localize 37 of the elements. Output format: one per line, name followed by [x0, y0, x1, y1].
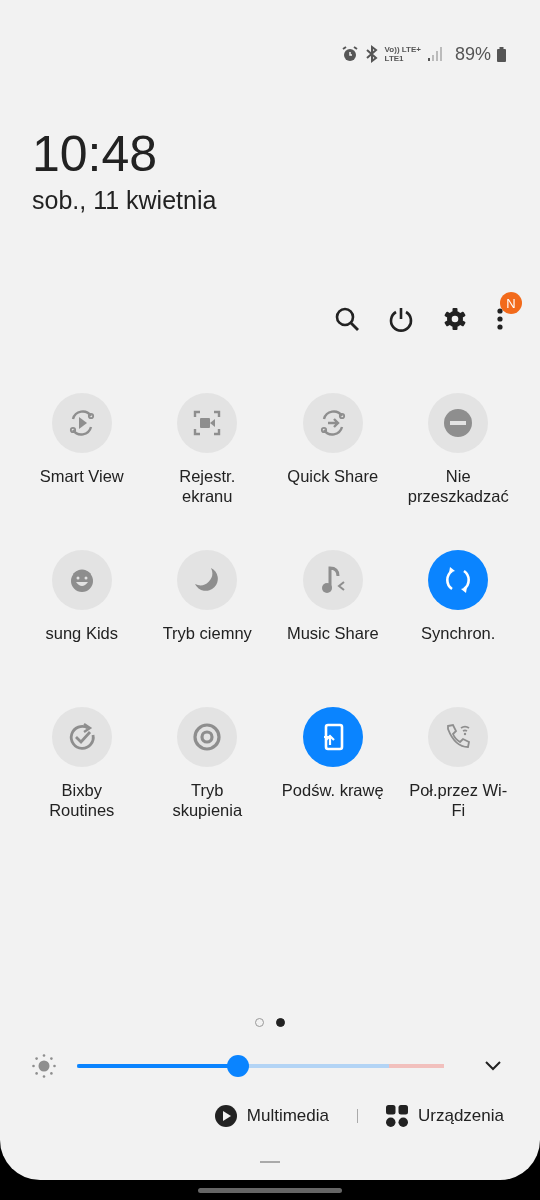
toggle-label: Nie przeszkadzać: [406, 466, 510, 506]
network-label: LTE1: [384, 54, 405, 63]
more-options-icon[interactable]: [496, 306, 504, 332]
home-indicator[interactable]: [198, 1187, 342, 1193]
toggle-label: Music Share: [286, 623, 379, 643]
notification-badge: N: [500, 292, 522, 314]
alarm-icon: [340, 45, 359, 63]
slider-thumb[interactable]: [227, 1055, 250, 1077]
signal-icon: [426, 46, 443, 62]
toggle-label: Smart View: [39, 466, 124, 486]
toggle-label: Synchron.: [421, 623, 496, 643]
toggle-label: Quick Share: [287, 466, 379, 486]
target-icon: [191, 721, 224, 753]
toggle-label: Tryb skupienia: [171, 780, 244, 820]
battery-percentage: 89%: [454, 43, 491, 65]
chevron-down-icon[interactable]: [484, 1060, 502, 1072]
multimedia-button[interactable]: Multimedia: [214, 1105, 329, 1127]
toggle-label: Poł.przez Wi-Fi: [408, 780, 509, 820]
do-not-disturb-icon: [442, 407, 475, 439]
bluetooth-icon: [364, 45, 379, 63]
toggle-label: sung Kids: [45, 623, 118, 643]
settings-icon[interactable]: [442, 306, 468, 332]
devices-button[interactable]: Urządzenia: [386, 1105, 504, 1127]
drag-handle[interactable]: [260, 1161, 280, 1163]
search-icon[interactable]: [334, 306, 360, 332]
toggle-label: Rejestr. ekranu: [178, 466, 237, 506]
battery-icon: [497, 46, 506, 62]
grid-icon: [386, 1105, 408, 1127]
clock-time: 10:48: [32, 126, 159, 182]
toggle-label: Podśw. krawę: [281, 780, 384, 800]
network-label: Vo)) LTE+: [384, 45, 421, 54]
clock-date: sob., 11 kwietnia: [32, 186, 218, 215]
toggle-label: Tryb ciemny: [162, 623, 252, 643]
power-icon[interactable]: [388, 306, 414, 332]
play-icon: [214, 1105, 237, 1127]
brightness-icon: [31, 1053, 57, 1079]
toggle-label: Bixby Routines: [48, 780, 116, 820]
